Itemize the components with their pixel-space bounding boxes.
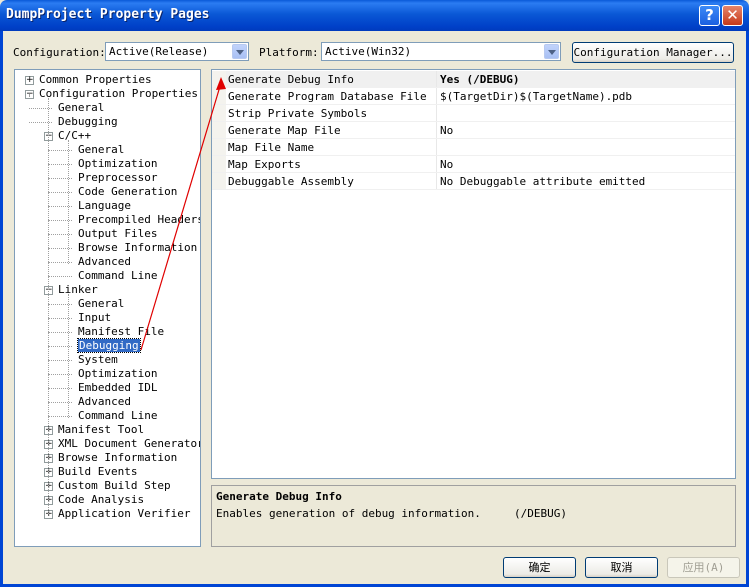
annotation-arrow — [140, 77, 226, 351]
annotation-arrow-head — [216, 77, 226, 90]
annotation-arrow-line — [140, 82, 222, 351]
